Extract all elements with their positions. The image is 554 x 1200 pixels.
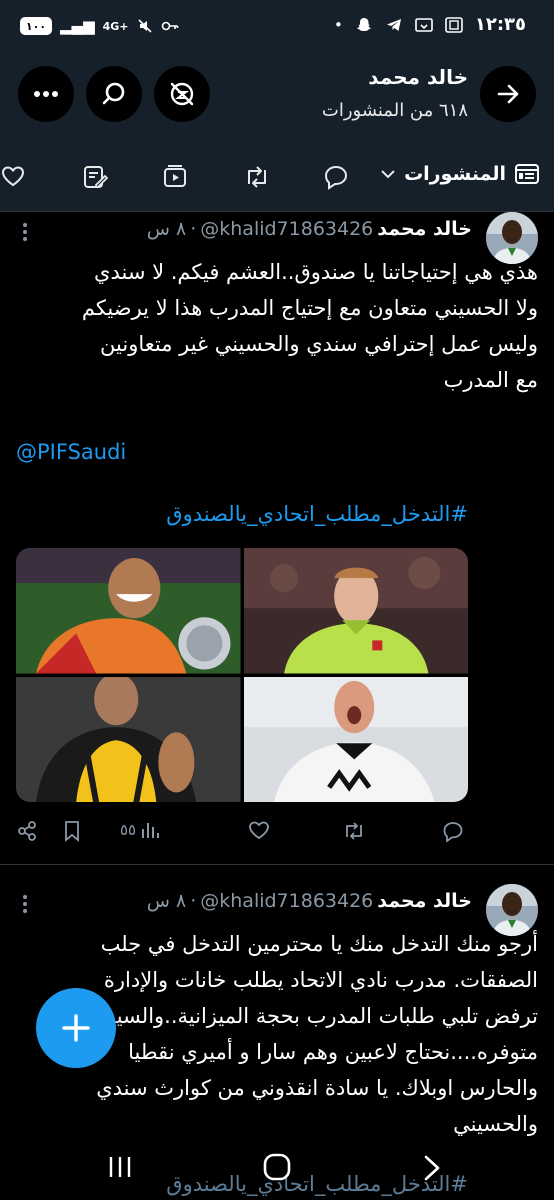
status-bar: ١٠٠ ▂▄▆ 4G+ • ١٢:٣٥ <box>0 0 554 56</box>
profile-header: خالد محمد ٦١٨ من المنشورات <box>0 56 554 142</box>
more-icon <box>34 91 58 97</box>
post-text-line: أرجو منك التدخل منك يا محترمين التدخل في… <box>100 932 538 956</box>
likes-icon <box>1 166 25 187</box>
repost-button[interactable] <box>342 820 366 842</box>
post-menu-icon[interactable] <box>22 894 28 914</box>
tab-posts-label: المنشورات <box>404 163 506 185</box>
author-name[interactable]: خالد محمد <box>377 890 472 912</box>
tab-reposts[interactable] <box>243 164 271 194</box>
divider <box>0 864 554 865</box>
home-icon <box>263 1153 291 1181</box>
no-notifications-icon <box>170 82 194 106</box>
repost-icon <box>346 822 362 840</box>
posts-icon <box>515 164 539 184</box>
author-handle[interactable]: @khalid71863426 <box>200 890 373 912</box>
battery-icon: ١٠٠ <box>20 17 52 35</box>
bookmark-icon <box>65 821 79 842</box>
reply-button[interactable] <box>442 820 464 842</box>
tab-replies[interactable] <box>323 164 349 194</box>
repost-icon <box>248 166 266 188</box>
profile-tabs: المنشورات <box>0 142 554 212</box>
tab-media[interactable] <box>162 164 188 194</box>
tab-likes[interactable] <box>0 164 26 192</box>
post-text-line: هذي هي إحتياجاتنا يا صندوق..العشم فيكم. … <box>94 260 538 284</box>
screenshot-icon <box>445 16 463 33</box>
profile-name: خالد محمد <box>368 65 468 89</box>
chevron-down-icon[interactable] <box>380 169 396 179</box>
home-button[interactable] <box>262 1152 292 1186</box>
post-text-line: والحسيني <box>453 1112 538 1136</box>
post-time: ٨ س <box>146 218 187 240</box>
system-nav-bar <box>0 1140 554 1200</box>
like-button[interactable] <box>248 820 270 840</box>
media-image-trophy[interactable] <box>16 548 241 674</box>
media-image-white-jersey[interactable] <box>243 676 468 802</box>
author-handle[interactable]: @khalid71863426 <box>200 218 373 240</box>
cast-icon <box>415 17 433 32</box>
search-button[interactable] <box>86 66 142 122</box>
reply-icon <box>324 165 348 190</box>
compose-button[interactable] <box>36 988 116 1068</box>
reply-icon <box>443 822 463 842</box>
post-actions: ٥٥ <box>16 818 468 848</box>
media-icon <box>164 165 186 187</box>
posts-count: ٦١٨ من المنشورات <box>321 100 468 121</box>
author-name[interactable]: خالد محمد <box>377 218 472 240</box>
back-button[interactable] <box>480 66 536 122</box>
battery-level: ١٠٠ <box>25 19 47 33</box>
post-text: هذي هي إحتياجاتنا يا صندوق..العشم فيكم. … <box>18 254 538 398</box>
like-icon <box>249 821 269 840</box>
signal-icon: ▂▄▆ <box>60 17 95 35</box>
clock: ١٢:٣٥ <box>474 14 526 35</box>
media-grid[interactable] <box>16 548 468 802</box>
post-time: ٨ س <box>146 890 187 912</box>
hashtag-link[interactable]: #التدخل_مطلب_اتحادي_يالصندوق <box>166 502 468 526</box>
views-count: ٥٥ <box>120 821 137 839</box>
bookmark-button[interactable] <box>62 820 82 842</box>
media-image-goalkeeper[interactable] <box>243 548 468 674</box>
post[interactable]: خالد محمد @khalid71863426 · ٨ س هذي هي إ… <box>0 212 554 864</box>
search-icon <box>102 82 125 105</box>
nav-back-button[interactable] <box>422 1154 442 1186</box>
telegram-icon <box>386 18 401 31</box>
recents-icon <box>109 1157 131 1177</box>
post-header: خالد محمد @khalid71863426 · ٨ س <box>146 890 472 912</box>
post-text-line: مع المدرب <box>443 368 538 392</box>
tab-posts[interactable]: المنشورات <box>380 162 540 186</box>
post-text-line: والحارس اوبلاك. يا سادة انقذوني من كوارث… <box>96 1076 538 1100</box>
post-text-line: وليس عمل إحترافي سندي والحسيني غير متعاو… <box>100 332 538 356</box>
recents-button[interactable] <box>106 1154 134 1184</box>
post-text-line: ولا الحسيني متعاون مع إحتياج المدرب هذا … <box>81 296 538 320</box>
more-button[interactable] <box>18 66 74 122</box>
views-icon <box>142 823 160 838</box>
nav-back-icon <box>424 1155 440 1181</box>
mute-icon <box>137 19 152 33</box>
tab-articles[interactable] <box>82 164 109 194</box>
notifications-button[interactable] <box>154 66 210 122</box>
post-header: خالد محمد @khalid71863426 · ٨ س <box>146 218 472 240</box>
key-icon <box>161 21 178 31</box>
network-type: 4G+ <box>102 19 129 33</box>
back-arrow-icon <box>497 84 519 104</box>
share-button[interactable] <box>16 820 38 842</box>
views-button[interactable]: ٥٥ <box>120 820 160 840</box>
plus-icon <box>62 1014 90 1042</box>
media-image-yellow-jersey[interactable] <box>16 676 241 802</box>
share-icon <box>18 821 36 841</box>
mention-link[interactable]: @PIFSaudi <box>16 440 126 464</box>
post-menu-icon[interactable] <box>22 222 28 242</box>
articles-icon <box>84 166 109 188</box>
snapchat-icon <box>356 17 371 31</box>
dot-icon: • <box>333 15 343 34</box>
